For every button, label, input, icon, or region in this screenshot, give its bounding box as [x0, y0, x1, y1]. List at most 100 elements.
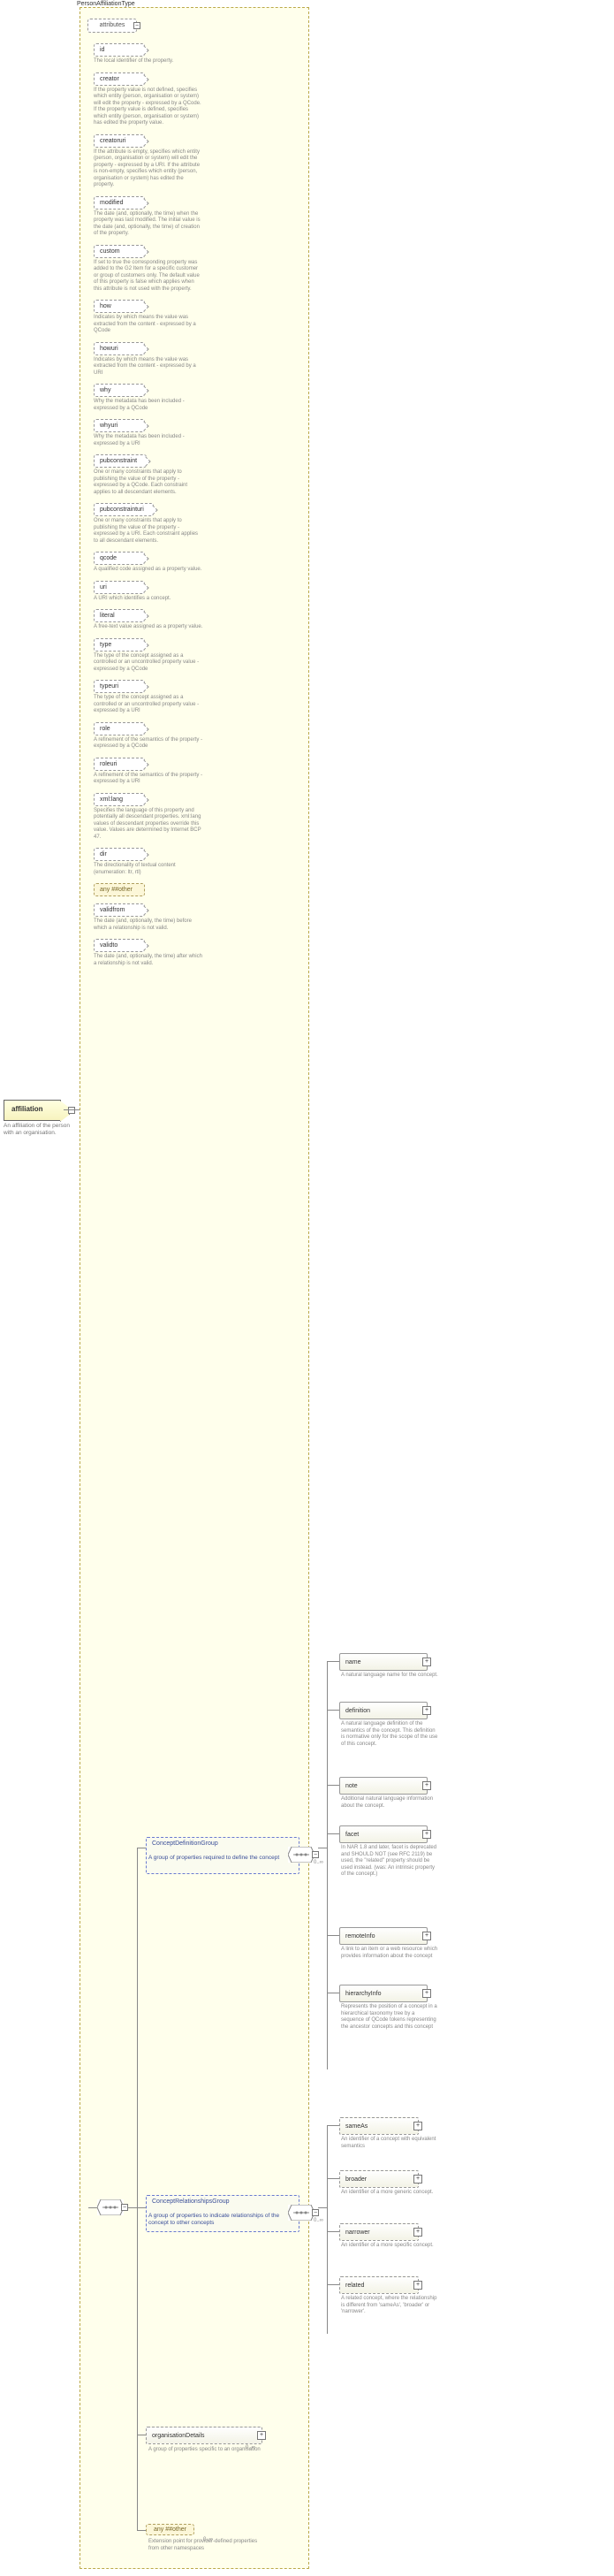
- attr-why: whyWhy the metadata has been included - …: [94, 384, 207, 412]
- attr-chip[interactable]: xml:lang: [94, 793, 145, 806]
- notch-icon: [139, 640, 148, 650]
- attr-whyuri: whyuri Why the metadata has been included…: [94, 419, 207, 447]
- minus-icon[interactable]: −: [312, 2209, 319, 2216]
- attr-doc: The date (and, optionally, the time) aft…: [94, 954, 203, 967]
- elem-doc: In NAR 1.8 and later, facet is deprecate…: [341, 1845, 438, 1879]
- root-doc: An affiliation of the person with an org…: [4, 1123, 74, 1138]
- attr-custom: customIf set to true the corresponding p…: [94, 245, 207, 293]
- attr-chip[interactable]: how: [94, 300, 145, 313]
- minus-icon[interactable]: −: [68, 1107, 75, 1114]
- elem-narrower[interactable]: narrower+: [339, 2223, 419, 2241]
- elem-doc: A natural language definition of the sem…: [341, 1721, 438, 1748]
- elem-name[interactable]: name+: [339, 1653, 428, 1671]
- attr-chip[interactable]: roleuri: [94, 758, 145, 771]
- plus-icon[interactable]: +: [422, 1781, 431, 1790]
- elem-note[interactable]: note +: [339, 1777, 428, 1795]
- attr-chip[interactable]: why: [94, 384, 145, 397]
- minus-icon[interactable]: −: [312, 1851, 319, 1858]
- sequence-icon: −: [97, 2199, 124, 2215]
- connector: [64, 1109, 80, 1110]
- plus-icon[interactable]: +: [422, 1932, 431, 1940]
- plus-icon[interactable]: +: [413, 2281, 422, 2290]
- attributes-box[interactable]: attributes −: [87, 19, 137, 33]
- attr-chip[interactable]: id: [94, 43, 145, 57]
- attr-doc: A refinement of the semantics of the pro…: [94, 773, 203, 786]
- attr-chip[interactable]: whyuri: [94, 419, 145, 432]
- connector: [137, 1848, 138, 2530]
- attr-chip[interactable]: pubconstrainturi: [94, 503, 154, 516]
- connector: [327, 1833, 339, 1834]
- attr-chip[interactable]: dir: [94, 848, 145, 861]
- plus-icon[interactable]: +: [413, 2175, 422, 2184]
- minus-icon[interactable]: −: [133, 22, 140, 29]
- elem-definition[interactable]: definition+: [339, 1702, 428, 1719]
- notch-icon: [139, 385, 148, 395]
- elem-label: related: [345, 2283, 364, 2289]
- plus-icon[interactable]: +: [257, 2431, 266, 2440]
- attr-chip[interactable]: modified: [94, 196, 145, 210]
- elem-label: note: [345, 1783, 358, 1789]
- elem-doc: A related concept, where the relationshi…: [341, 2296, 438, 2316]
- attr-chip[interactable]: uri: [94, 581, 145, 594]
- attr-doc: If the attribute is empty, specifies whi…: [94, 149, 203, 189]
- attr-chip[interactable]: custom: [94, 245, 145, 258]
- notch-icon: [139, 759, 148, 769]
- group-doc: A group of properties required to define…: [148, 1855, 281, 1862]
- root-element: affiliation −: [4, 1100, 61, 1121]
- attr-chip[interactable]: typeuri: [94, 680, 145, 693]
- attr-doc: Why the metadata has been included - exp…: [94, 434, 203, 447]
- attr-chip[interactable]: howuri: [94, 342, 145, 355]
- attr-literal: literalA free-text value assigned as a p…: [94, 609, 207, 631]
- notch-icon: [139, 553, 148, 563]
- elem-remoteinfo[interactable]: remoteInfo +: [339, 1927, 428, 1945]
- plus-icon[interactable]: +: [422, 1830, 431, 1839]
- elem-label: organisationDetails: [152, 2433, 205, 2439]
- any-attr-chip: any ##other: [94, 883, 145, 896]
- elem-related[interactable]: related +: [339, 2276, 419, 2294]
- attr-chip[interactable]: qcode: [94, 552, 145, 565]
- notch-icon: [139, 850, 148, 859]
- attr-chip[interactable]: creatoruri: [94, 134, 145, 148]
- elem-hierarchyinfo[interactable]: hierarchyInfo +: [339, 1985, 428, 2002]
- plus-icon[interactable]: +: [422, 1706, 431, 1715]
- attr-chip[interactable]: role: [94, 722, 145, 735]
- plus-icon[interactable]: +: [413, 2228, 422, 2237]
- attr-chip[interactable]: creator: [94, 72, 145, 86]
- attr-doc: A refinement of the semantics of the pro…: [94, 737, 203, 751]
- attr-doc: Indicates by which means the value was e…: [94, 315, 203, 335]
- connector: [327, 1710, 339, 1711]
- attr-doc: The date (and, optionally, the time) bef…: [94, 918, 203, 932]
- connector: [128, 2207, 137, 2208]
- connector: [318, 2207, 327, 2208]
- attr-validto: validto The date (and, optionally, the ti…: [94, 939, 207, 967]
- attr-chip[interactable]: type: [94, 638, 145, 652]
- attr-doc: The local identifier of the property.: [94, 58, 203, 65]
- notch-icon: [139, 421, 148, 431]
- attr-chip[interactable]: literal: [94, 609, 145, 622]
- plus-icon[interactable]: +: [413, 2122, 422, 2130]
- root-label: affiliation: [11, 1105, 43, 1113]
- elem-label: broader: [345, 2176, 367, 2183]
- elem-facet[interactable]: facet+: [339, 1825, 428, 1843]
- notch-icon: [139, 74, 148, 84]
- connector: [327, 1661, 328, 2069]
- attr-chip[interactable]: pubconstraint: [94, 454, 147, 468]
- attr-id: idThe local identifier of the property.: [94, 43, 207, 65]
- attr-chip[interactable]: validfrom: [94, 903, 145, 917]
- connector: [327, 1935, 339, 1936]
- elem-sameas[interactable]: sameAs+: [339, 2117, 419, 2135]
- plus-icon[interactable]: +: [422, 1658, 431, 1666]
- elem-organisationdetails[interactable]: organisationDetails +: [146, 2427, 262, 2444]
- elem-label: hierarchyInfo: [345, 1991, 381, 1997]
- elem-doc: Additional natural language information …: [341, 1796, 438, 1810]
- minus-icon[interactable]: −: [121, 2204, 128, 2211]
- elem-broader[interactable]: broader +: [339, 2170, 419, 2188]
- plus-icon[interactable]: +: [422, 1989, 431, 1998]
- elem-doc: A group of properties specific to an org…: [148, 2447, 263, 2454]
- type-group: PersonAffiliationType attributes − idThe…: [80, 7, 309, 2569]
- attr-chip[interactable]: validto: [94, 939, 145, 952]
- elem-label: remoteInfo: [345, 1933, 375, 1940]
- attr-typeuri: typeuriThe type of the concept assigned …: [94, 680, 207, 715]
- connector: [88, 2207, 97, 2208]
- notch-icon: [139, 301, 148, 311]
